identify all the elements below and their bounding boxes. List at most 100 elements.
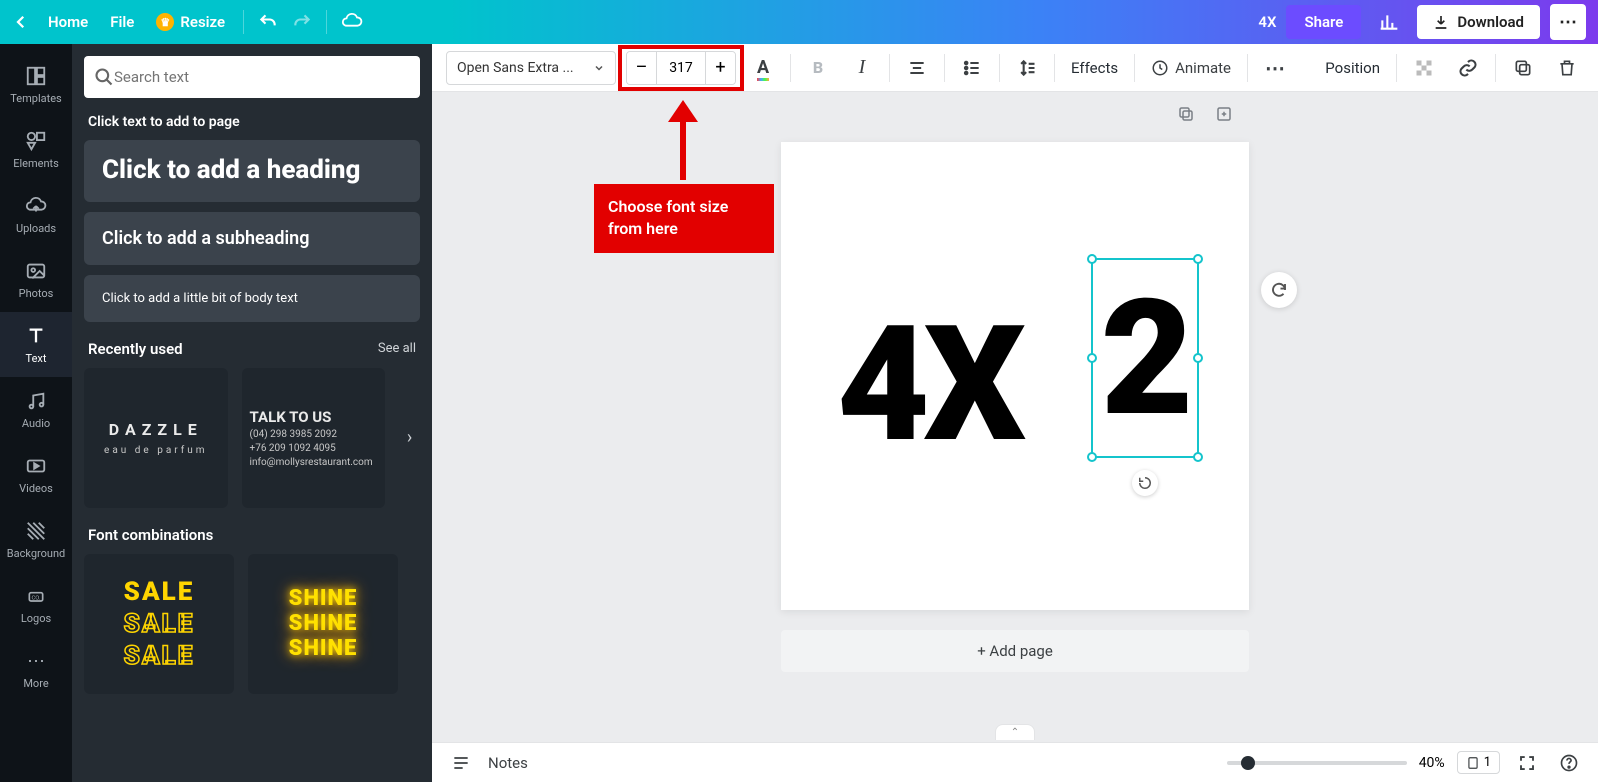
bottom-bar: Notes 40% 1 [432,742,1598,782]
more-menu-button[interactable]: ⋯ [1550,4,1586,40]
zoom-value[interactable]: 40% [1419,755,1445,771]
effects-button[interactable]: Effects [1065,59,1124,77]
back-icon[interactable] [12,13,30,31]
page-count-value: 1 [1484,755,1491,770]
scroll-right-icon[interactable]: › [399,427,420,448]
transparency-button[interactable] [1407,51,1441,85]
add-body-card[interactable]: Click to add a little bit of body text [84,275,420,322]
zoom-thumb[interactable] [1241,756,1255,770]
link-button[interactable] [1451,51,1485,85]
search-input[interactable] [114,68,410,86]
nav-elements[interactable]: Elements [0,117,72,182]
home-button[interactable]: Home [44,7,92,37]
nav-background[interactable]: Background [0,507,72,572]
position-button[interactable]: Position [1319,59,1386,77]
nav-more[interactable]: ⋯More [0,637,72,702]
redo-icon[interactable] [292,12,312,32]
resize-handle[interactable] [1193,254,1203,264]
audio-icon [24,389,48,413]
nav-logos[interactable]: CO.Logos [0,572,72,637]
text-color-button[interactable]: A [746,51,780,85]
nav-audio[interactable]: Audio [0,377,72,442]
separator [944,54,945,82]
templates-icon [24,64,48,88]
regenerate-icon[interactable] [1261,272,1297,308]
add-heading-card[interactable]: Click to add a heading [84,140,420,202]
cloud-sync-icon[interactable] [341,11,363,33]
combo-thumb-sale[interactable]: SALE SALE SALE [84,554,234,694]
separator [790,54,791,82]
see-all-link[interactable]: See all [378,341,416,356]
search-box[interactable] [84,56,420,98]
document-title[interactable]: 4X [1258,13,1276,31]
alignment-button[interactable] [900,51,934,85]
top-bar: Home File ♛Resize 4X Share Download ⋯ [0,0,1598,44]
canvas-area: Open Sans Extra ... – + A B I Effects An… [432,44,1598,782]
selected-text-element[interactable]: 2 [1091,258,1199,458]
rotate-handle[interactable] [1132,470,1158,496]
design-page[interactable]: 4X 2 [781,142,1249,610]
text-element-2[interactable]: 2 [1093,260,1197,460]
nav-templates[interactable]: Templates [0,52,72,117]
search-icon [94,67,114,87]
combo-thumb-shine[interactable]: SHINE SHINE SHINE [248,554,398,694]
add-page-button[interactable]: + Add page [781,630,1249,672]
help-icon[interactable] [1554,748,1584,778]
font-size-increase-button[interactable]: + [705,52,735,84]
background-icon [24,519,48,543]
recent-thumb-dazzle[interactable]: DAZZLE eau de parfum [84,368,228,508]
resize-handle[interactable] [1193,452,1203,462]
thumb-subtitle: eau de parfum [104,445,207,456]
page-count-button[interactable]: 1 [1457,751,1500,774]
toolbar-more-button[interactable]: ⋯ [1258,51,1292,85]
resize-handle[interactable] [1193,353,1203,363]
font-size-decrease-button[interactable]: – [627,52,657,84]
resize-handle[interactable] [1087,452,1097,462]
chevron-down-icon [593,62,605,74]
download-button[interactable]: Download [1417,5,1540,39]
notes-button[interactable]: Notes [488,754,528,772]
delete-button[interactable] [1550,51,1584,85]
nav-videos[interactable]: Videos [0,442,72,507]
duplicate-button[interactable] [1506,51,1540,85]
nav-photos[interactable]: Photos [0,247,72,312]
font-size-input[interactable] [657,52,705,84]
nav-uploads[interactable]: Uploads [0,182,72,247]
undo-icon[interactable] [258,12,278,32]
recent-thumb-talk[interactable]: TALK TO US (04) 298 3985 2092 +76 209 10… [242,368,386,508]
add-subheading-card[interactable]: Click to add a subheading [84,212,420,265]
zoom-slider[interactable] [1227,761,1407,765]
resize-handle[interactable] [1087,254,1097,264]
nav-label: Templates [10,92,61,105]
spacing-button[interactable] [1010,51,1044,85]
sale-line: SALE [124,641,195,671]
duplicate-page-icon[interactable] [1172,100,1200,128]
text-icon [24,324,48,348]
uploads-icon [24,194,48,218]
shine-line: SHINE [289,586,358,611]
thumb-title: TALK TO US [250,408,378,426]
nav-label: Text [26,352,47,365]
text-element-4x[interactable]: 4X [837,292,1020,479]
share-button[interactable]: Share [1286,5,1361,39]
insights-icon[interactable] [1371,4,1407,40]
add-page-icon[interactable] [1210,100,1238,128]
separator [1396,54,1397,82]
italic-button[interactable]: I [845,51,879,85]
expand-pages-button[interactable]: ⌃ [995,724,1035,740]
nav-text[interactable]: Text [0,312,72,377]
file-button[interactable]: File [106,7,138,37]
bold-button[interactable]: B [801,51,835,85]
font-family-dropdown[interactable]: Open Sans Extra ... [446,51,616,85]
nav-label: Uploads [16,222,56,235]
resize-button[interactable]: ♛Resize [152,7,229,37]
fullscreen-icon[interactable] [1512,748,1542,778]
list-button[interactable] [955,51,989,85]
font-size-group: – + [626,51,736,85]
separator [1054,54,1055,82]
notes-icon[interactable] [446,748,476,778]
resize-handle[interactable] [1087,353,1097,363]
animate-button[interactable]: Animate [1145,51,1237,85]
canvas-stage[interactable]: 4X 2 + Add page [432,92,1598,742]
elements-icon [24,129,48,153]
